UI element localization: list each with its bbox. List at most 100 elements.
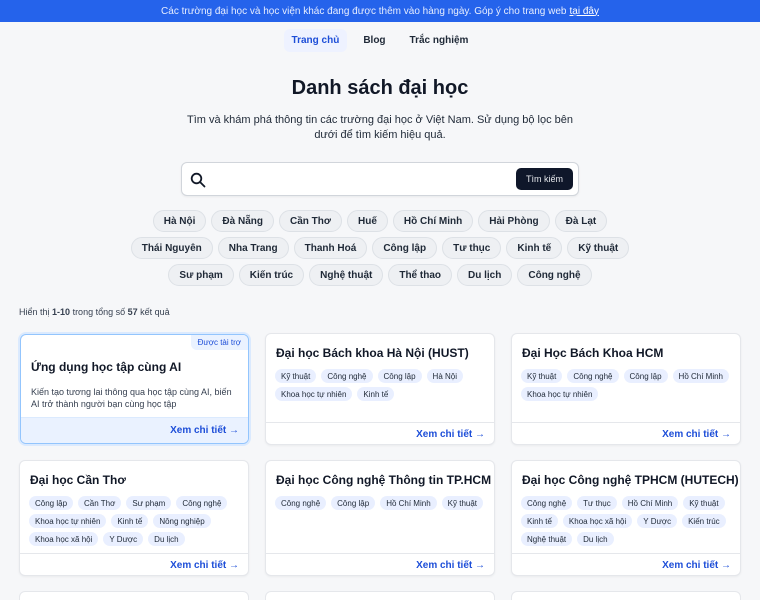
tag-list: Kỹ thuật Công nghệ Công lập Hồ Chí Minh … <box>521 369 732 401</box>
tag: Công lập <box>331 496 376 510</box>
tag: Du lịch <box>577 532 614 546</box>
banner-feedback-link[interactable]: tại đây <box>569 6 598 17</box>
filter-chip[interactable]: Công nghệ <box>517 264 592 286</box>
filter-chip[interactable]: Sư phạm <box>168 264 234 286</box>
tag: Kỹ thuật <box>275 369 317 383</box>
tag: Khoa học tự nhiên <box>275 387 353 401</box>
search-input[interactable] <box>212 169 492 191</box>
university-card: Đại Học Bách Khoa HCM Kỹ thuật Công nghệ… <box>511 333 741 445</box>
view-details-link[interactable]: Xem chi tiết → <box>416 560 485 571</box>
sponsored-badge: Được tài trợ <box>190 335 248 350</box>
tag: Công nghệ <box>321 369 373 383</box>
nav-quiz[interactable]: Trắc nghiệm <box>402 29 477 52</box>
page-title: Danh sách đại học <box>291 77 469 99</box>
search-button[interactable]: Tìm kiếm <box>516 168 573 190</box>
filter-chip[interactable]: Đà Lạt <box>554 210 608 232</box>
card-title: Đại học Công nghệ TPHCM (HUTECH) <box>522 473 739 487</box>
card-title: Đại học Công nghệ Thông tin TP.HCM <box>276 473 492 487</box>
card-footer: Xem chi tiết → <box>512 422 740 444</box>
filter-chip[interactable]: Đà Nẵng <box>211 210 274 232</box>
sponsored-card[interactable]: Được tài trợ Ứng dụng học tập cùng AI Ki… <box>20 334 249 444</box>
tag-list: Công nghệ Công lập Hồ Chí Minh Kỹ thuật <box>275 496 486 510</box>
university-card: Đại học Công nghệ Thông tin TP.HCM Công … <box>265 460 495 576</box>
filter-chip[interactable]: Hải Phòng <box>478 210 550 232</box>
card-footer: Xem chi tiết → <box>266 553 494 575</box>
tag-list: Công nghệ Tư thục Hồ Chí Minh Kỹ thuật K… <box>521 496 732 546</box>
view-details-link[interactable]: Xem chi tiết → <box>170 560 239 571</box>
tag: Hồ Chí Minh <box>380 496 437 510</box>
tag: Khoa học xã hội <box>29 532 99 546</box>
results-middle: trong tổng số <box>72 307 126 317</box>
university-card: Đại học Công nghệ TPHCM (HUTECH) Công ng… <box>511 460 741 576</box>
filter-chip[interactable]: Công lập <box>372 237 438 259</box>
announcement-banner: Các trường đại học và học viện khác đang… <box>0 0 760 22</box>
tag: Công nghệ <box>567 369 619 383</box>
tag: Cần Thơ <box>78 496 122 510</box>
tag: Hồ Chí Minh <box>621 496 679 510</box>
results-prefix: Hiển thị <box>19 307 50 317</box>
tag: Kiến trúc <box>682 514 726 528</box>
tag: Công lập <box>623 369 668 383</box>
filter-chip[interactable]: Du lịch <box>457 264 513 286</box>
card-footer: Xem chi tiết → <box>512 553 740 575</box>
tag: Kỹ thuật <box>521 369 563 383</box>
university-card <box>511 591 741 600</box>
tag: Nông nghiệp <box>153 514 211 528</box>
tag: Công nghệ <box>275 496 327 510</box>
tag: Khoa học xã hội <box>562 514 633 528</box>
filter-chip[interactable]: Kiến trúc <box>238 264 305 286</box>
card-footer: Xem chi tiết → <box>20 553 248 575</box>
tag: Kỹ thuật <box>441 496 484 510</box>
university-card <box>265 591 495 600</box>
tag: Công nghệ <box>521 496 573 510</box>
nav-home[interactable]: Trang chủ <box>283 29 348 52</box>
university-card <box>19 591 249 600</box>
tag-list: Công lập Cần Thơ Sư phạm Công nghệ Khoa … <box>29 496 240 546</box>
filter-chip[interactable]: Cần Thơ <box>278 210 342 232</box>
filter-chip[interactable]: Hà Nội <box>152 210 207 232</box>
view-details-link[interactable]: Xem chi tiết → <box>662 429 731 440</box>
tag: Du lịch <box>148 532 185 546</box>
tag: Kinh tế <box>521 514 558 528</box>
search-icon <box>190 172 206 188</box>
filter-chip[interactable]: Thanh Hoá <box>293 237 368 259</box>
view-details-link[interactable]: Xem chi tiết → <box>170 425 239 436</box>
filter-chip[interactable]: Thể thao <box>388 264 453 286</box>
card-title: Đại học Bách khoa Hà Nội (HUST) <box>276 346 469 360</box>
tag: Công lập <box>377 369 422 383</box>
tag: Sư phạm <box>126 496 172 510</box>
tag: Y Dược <box>103 532 144 546</box>
tag: Công nghệ <box>176 496 228 510</box>
filter-chips: Hà Nội Đà Nẵng Cần Thơ Huế Hồ Chí Minh H… <box>120 210 640 286</box>
tag: Tư thục <box>577 496 617 510</box>
tag: Nghệ thuật <box>521 532 573 546</box>
view-details-link[interactable]: Xem chi tiết → <box>416 429 485 440</box>
filter-chip[interactable]: Thái Nguyên <box>130 237 213 259</box>
filter-chip[interactable]: Kinh tế <box>506 237 563 259</box>
tag: Hồ Chí Minh <box>672 369 730 383</box>
filter-chip[interactable]: Nghệ thuật <box>309 264 384 286</box>
page-subtitle: Tìm và khám phá thông tin các trường đại… <box>186 114 574 141</box>
results-suffix: kết quả <box>140 307 170 317</box>
nav-blog[interactable]: Blog <box>355 29 393 52</box>
card-footer: Xem chi tiết → <box>266 422 494 444</box>
results-range: 1-10 <box>52 307 71 317</box>
tag-list: Kỹ thuật Công nghệ Công lập Hà Nội Khoa … <box>275 369 486 401</box>
card-title: Đại Học Bách Khoa HCM <box>522 346 664 360</box>
filter-chip[interactable]: Hồ Chí Minh <box>392 210 474 232</box>
filter-chip[interactable]: Nha Trang <box>217 237 289 259</box>
view-details-link[interactable]: Xem chi tiết → <box>662 560 731 571</box>
card-footer: Xem chi tiết → <box>21 417 248 443</box>
tag: Khoa học tự nhiên <box>521 387 599 401</box>
tag: Khoa học tự nhiên <box>29 514 107 528</box>
banner-text: Các trường đại học và học viện khác đang… <box>161 5 567 17</box>
filter-chip[interactable]: Huế <box>346 210 388 232</box>
filter-chip[interactable]: Tư thục <box>442 237 502 259</box>
tag: Y Dược <box>637 514 678 528</box>
tag: Kinh tế <box>357 387 395 401</box>
university-card: Đại học Bách khoa Hà Nội (HUST) Kỹ thuật… <box>265 333 495 445</box>
tag: Công lập <box>29 496 74 510</box>
filter-chip[interactable]: Kỹ thuật <box>567 237 630 259</box>
results-count: Hiển thị 1-10 trong tổng số 57 kết quả <box>19 307 170 317</box>
card-title: Đại học Cần Thơ <box>30 473 126 487</box>
